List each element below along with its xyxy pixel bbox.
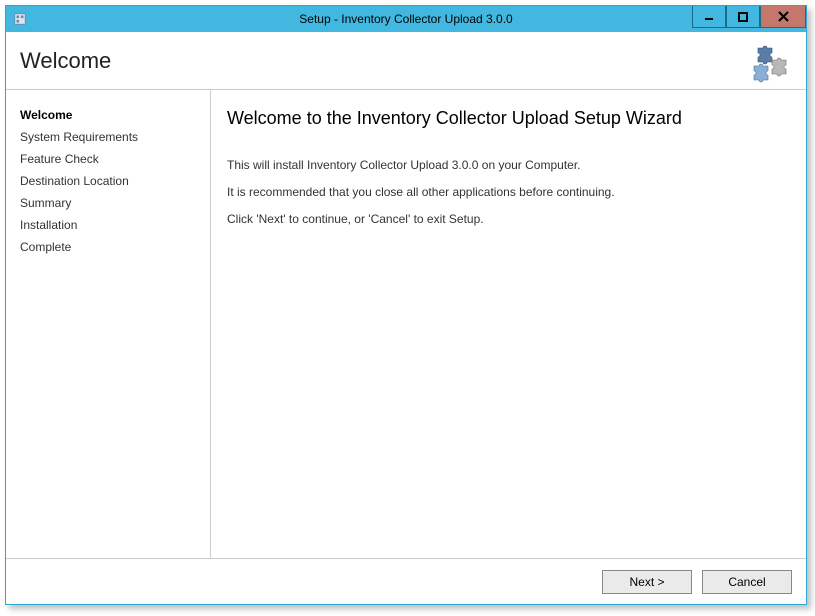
sidebar-item-complete[interactable]: Complete	[20, 236, 200, 258]
sidebar-item-system-requirements[interactable]: System Requirements	[20, 126, 200, 148]
minimize-button[interactable]	[692, 6, 726, 28]
sidebar-item-installation[interactable]: Installation	[20, 214, 200, 236]
intro-text-1: This will install Inventory Collector Up…	[227, 157, 786, 174]
close-button[interactable]	[760, 6, 806, 28]
window-controls	[692, 6, 806, 28]
cancel-button[interactable]: Cancel	[702, 570, 792, 594]
header-band: Welcome	[6, 32, 806, 90]
content-area: Welcome System Requirements Feature Chec…	[6, 90, 806, 558]
titlebar[interactable]: Setup - Inventory Collector Upload 3.0.0	[6, 6, 806, 32]
sidebar-item-welcome[interactable]: Welcome	[20, 104, 200, 126]
wizard-steps-sidebar: Welcome System Requirements Feature Chec…	[6, 90, 211, 558]
main-panel: Welcome to the Inventory Collector Uploa…	[211, 90, 806, 558]
intro-text-2: It is recommended that you close all oth…	[227, 184, 786, 201]
sidebar-item-destination-location[interactable]: Destination Location	[20, 170, 200, 192]
sidebar-item-feature-check[interactable]: Feature Check	[20, 148, 200, 170]
footer: Next > Cancel	[6, 558, 806, 604]
setup-window: Setup - Inventory Collector Upload 3.0.0…	[5, 5, 807, 605]
sidebar-item-summary[interactable]: Summary	[20, 192, 200, 214]
puzzle-icon	[750, 38, 796, 84]
intro-text-3: Click 'Next' to continue, or 'Cancel' to…	[227, 211, 786, 228]
app-icon	[12, 11, 28, 27]
maximize-button[interactable]	[726, 6, 760, 28]
next-button[interactable]: Next >	[602, 570, 692, 594]
window-title: Setup - Inventory Collector Upload 3.0.0	[299, 12, 512, 26]
page-title: Welcome	[20, 48, 111, 74]
main-heading: Welcome to the Inventory Collector Uploa…	[227, 108, 786, 129]
